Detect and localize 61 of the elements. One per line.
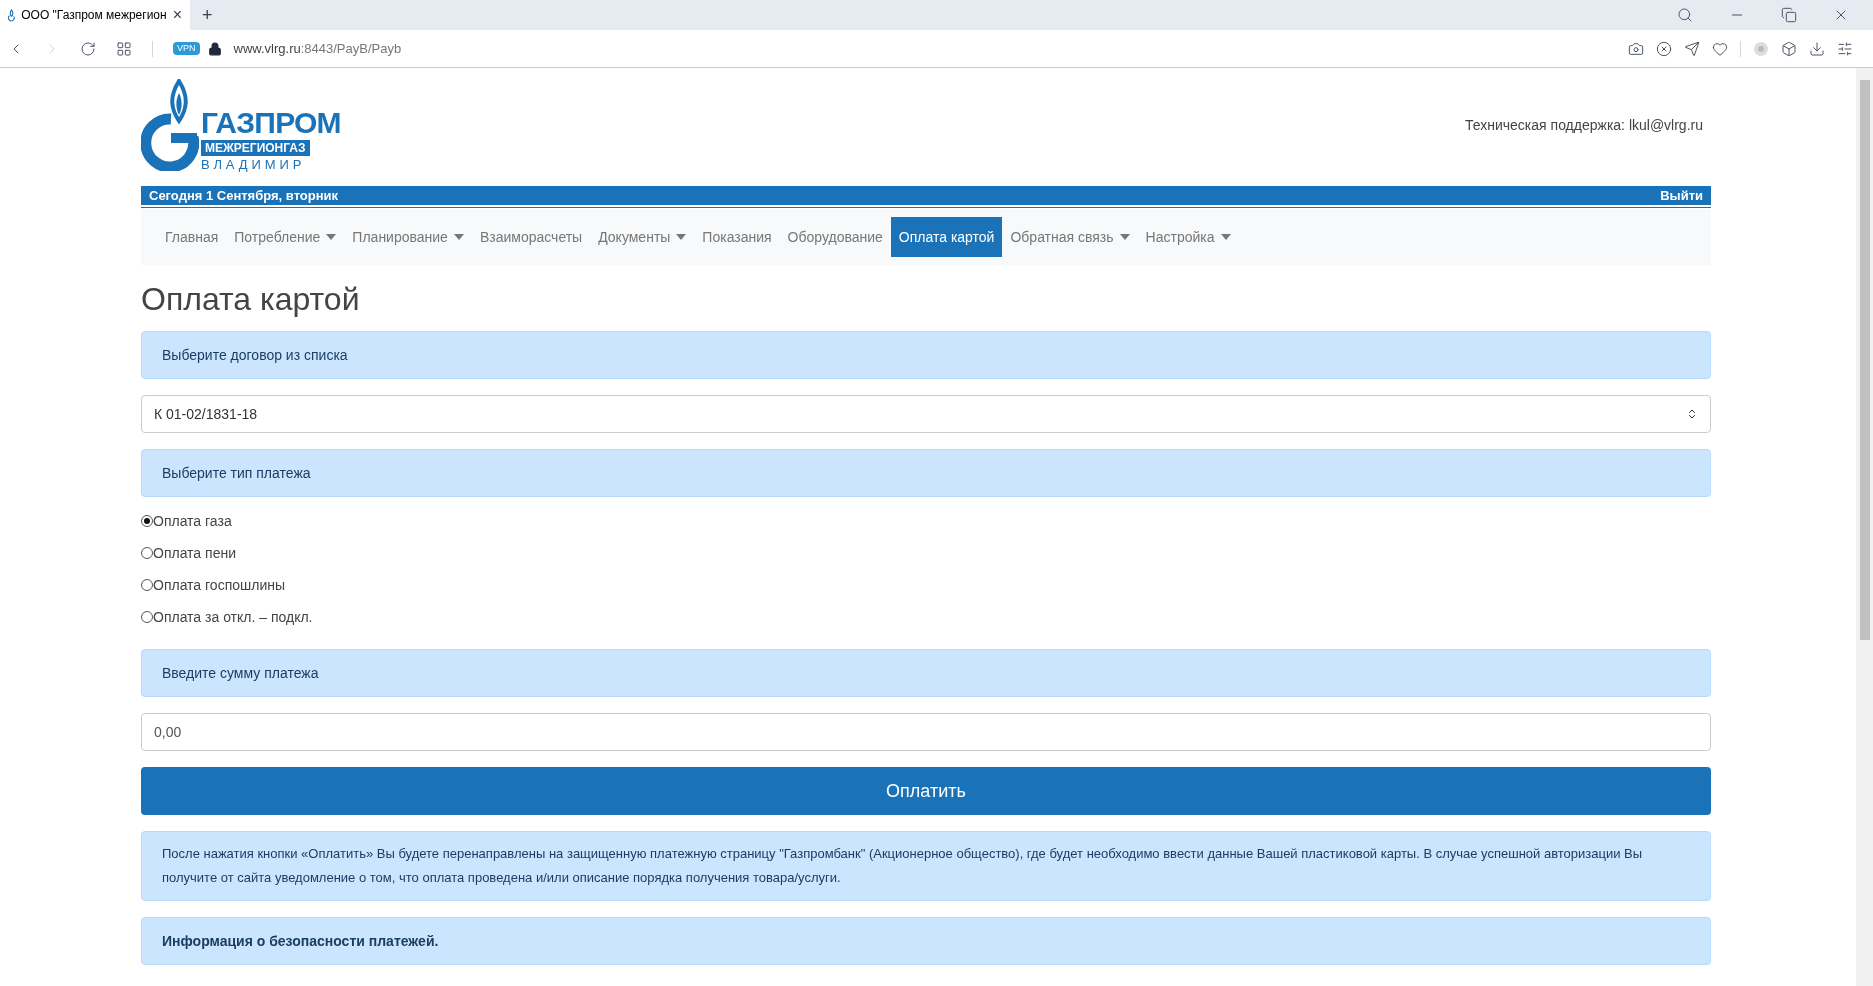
amount-field[interactable]: 0,00 [141,713,1711,751]
support-contact: Техническая поддержка: lkul@vlrg.ru [1465,115,1703,135]
send-icon[interactable] [1684,40,1700,57]
radio-label: Оплата газа [153,511,232,531]
select-arrows-icon [1686,408,1698,420]
prompt-banner: Введите сумму платежа [141,649,1711,697]
tab-close-button[interactable]: × [172,3,182,27]
nav-item[interactable]: Показания [694,217,780,257]
payment-type-radio[interactable]: Оплата газа [141,505,232,537]
logo[interactable]: ГАЗПРОМ МЕЖРЕГИОНГАЗ ВЛАДИМИР [141,79,341,171]
logo-subtitle: МЕЖРЕГИОНГАЗ [201,140,310,156]
search-icon[interactable] [1677,7,1693,23]
nav-item[interactable]: Обратная связь [1002,217,1138,257]
nav-item[interactable]: Настройка [1137,217,1239,257]
prompt-banner: Информация о безопасности платежей. [141,917,1711,965]
settings-icon[interactable] [1837,40,1853,57]
prompt-banner: Выберите тип платежа [141,449,1711,497]
lock-icon [207,41,222,56]
tab-title: ООО "Газпром межрегион [21,7,167,24]
scrollbar-thumb[interactable] [1859,80,1870,640]
nav-item[interactable]: Взаиморасчеты [471,217,591,257]
camera-icon[interactable] [1628,40,1644,57]
radio-label: Оплата госпошлины [153,575,285,595]
caret-icon [676,234,687,240]
caret-icon [453,234,464,240]
nav-item[interactable]: Документы [590,217,695,257]
logo-city: ВЛАДИМИР [201,158,306,171]
nav-item[interactable]: Оплата картой [890,217,1003,257]
caret-icon [326,234,337,240]
prompt-banner: Выберите договор из списка [141,331,1711,379]
info-banner: После нажатия кнопки «Оплатить» Вы будете перенаправлены на защищенную платежную страницу "Газпромбанк" (Акционерное общество), где будет необходимо ввести данные Вашей пластиковой карты. В случае успешной авторизации Вы получите от сайта уведомление о том, что оплата проведена и/или описание порядка получения товара/услуги. [141,831,1711,901]
nav-item[interactable]: Главная [157,217,227,257]
payment-type-radio[interactable]: Оплата за откл. – подкл. [141,601,313,633]
radio-label: Оплата за откл. – подкл. [153,607,313,627]
payment-type-radio[interactable]: Оплата пени [141,537,236,569]
restore-icon[interactable] [1781,7,1797,23]
caret-icon [1220,234,1231,240]
current-date: Сегодня 1 Сентября, вторник [149,186,339,205]
page-title: Оплата картой [141,280,361,319]
flame-icon [8,8,16,22]
caret-icon [1119,234,1130,240]
payment-type-radio[interactable]: Оплата госпошлины [141,569,285,601]
browser-tab[interactable]: ООО "Газпром межрегион × [0,0,190,30]
cube-icon[interactable] [1781,40,1797,57]
logo-wordmark: ГАЗПРОМ [201,108,341,138]
heart-icon[interactable] [1712,40,1728,57]
address-field[interactable]: www.vlrg.ru:8443/PayB/Payb [233,38,402,59]
grid-icon[interactable] [116,40,132,57]
radio-label: Оплата пени [153,543,236,563]
logout-link[interactable]: Выйти [1660,185,1703,206]
reload-icon[interactable] [80,40,96,57]
pay-button[interactable]: Оплатить [141,767,1711,815]
nav-item[interactable]: Оборудование [779,217,891,257]
contract-select[interactable]: К 01-02/1831-18 [141,395,1711,433]
block-icon[interactable] [1656,40,1672,57]
nav-item[interactable]: Планирование [344,217,472,257]
vpn-badge[interactable]: VPN [173,41,200,56]
nav-item[interactable]: Потребление [226,217,345,257]
download-icon[interactable] [1809,40,1825,57]
new-tab-button[interactable]: + [190,0,225,30]
logo-emblem-icon [141,79,199,171]
